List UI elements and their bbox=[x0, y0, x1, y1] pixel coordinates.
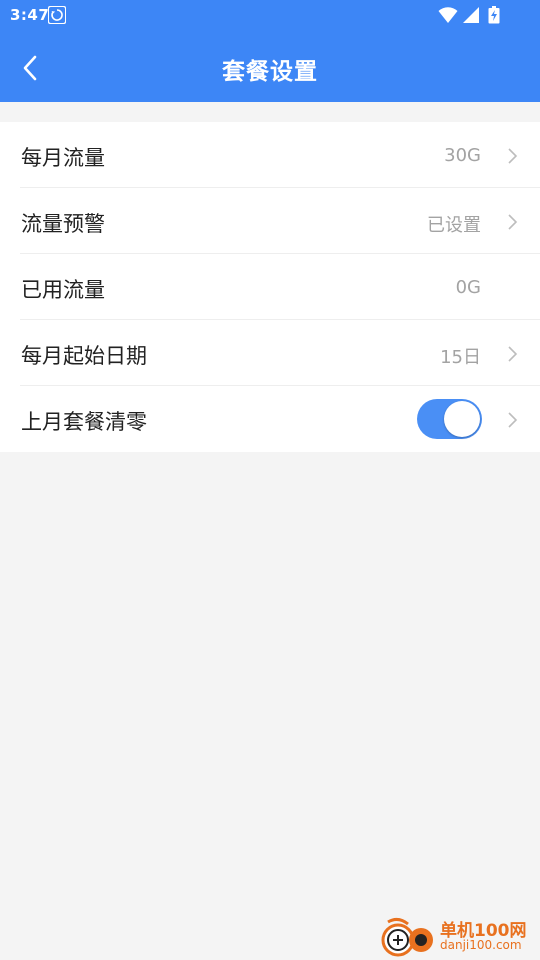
wifi-icon bbox=[438, 7, 458, 23]
settings-list: 每月流量 30G 流量预警 已设置 已用流量 0G 每月起始日期 15日 上月套… bbox=[0, 122, 540, 452]
setting-row-monthly-data[interactable]: 每月流量 30G bbox=[0, 122, 540, 188]
setting-value: 已设置 bbox=[427, 215, 481, 236]
chevron-right-icon bbox=[508, 412, 518, 428]
chevron-right-icon bbox=[508, 346, 518, 362]
chevron-right-icon bbox=[508, 148, 518, 164]
toggle-knob bbox=[444, 401, 480, 437]
setting-label: 上月套餐清零 bbox=[21, 410, 147, 434]
watermark: 单机100网 danji100.com bbox=[378, 914, 538, 958]
setting-value: 15日 bbox=[440, 347, 481, 368]
status-time: 3:47 bbox=[10, 6, 50, 24]
setting-label: 每月流量 bbox=[21, 146, 105, 170]
watermark-logo-icon bbox=[381, 917, 433, 957]
app-header: 套餐设置 bbox=[0, 30, 540, 102]
setting-label: 已用流量 bbox=[21, 278, 105, 302]
setting-label: 流量预警 bbox=[21, 212, 105, 236]
setting-value: 0G bbox=[455, 277, 481, 298]
setting-row-used-data[interactable]: 已用流量 0G bbox=[0, 254, 540, 320]
setting-row-data-warning[interactable]: 流量预警 已设置 bbox=[0, 188, 540, 254]
signal-icon bbox=[463, 7, 479, 23]
watermark-domain: danji100.com bbox=[440, 938, 522, 952]
page-title: 套餐设置 bbox=[222, 59, 318, 85]
setting-label: 每月起始日期 bbox=[21, 344, 147, 368]
status-bar: 3:47 bbox=[0, 0, 540, 30]
sync-notification-icon bbox=[48, 6, 66, 24]
battery-charging-icon bbox=[488, 6, 500, 24]
setting-value: 30G bbox=[444, 145, 481, 166]
setting-row-reset-last-month[interactable]: 上月套餐清零 bbox=[0, 386, 540, 452]
chevron-right-icon bbox=[508, 214, 518, 230]
reset-toggle[interactable] bbox=[417, 399, 482, 439]
setting-row-start-date[interactable]: 每月起始日期 15日 bbox=[0, 320, 540, 386]
